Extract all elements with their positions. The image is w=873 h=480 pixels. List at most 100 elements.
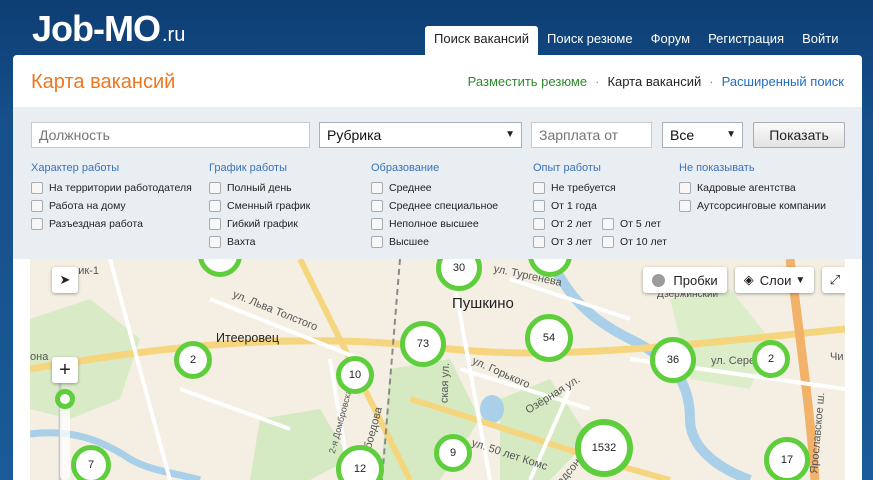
- site-logo[interactable]: Job-MO .ru: [32, 8, 185, 50]
- top-nav: Поиск вакансий Поиск резюме Форум Регист…: [425, 26, 847, 56]
- filter-group-experience: Опыт работы Не требуется От 1 года От 2 …: [533, 162, 675, 251]
- checkbox-incomplete-higher[interactable]: Неполное высшее: [371, 218, 479, 230]
- checkbox-box[interactable]: [371, 182, 383, 194]
- map-cluster[interactable]: 73: [400, 321, 446, 367]
- checkbox-box[interactable]: [533, 236, 545, 248]
- map-label-ona: онa: [30, 351, 49, 363]
- rubric-select[interactable]: Рубрика ▼: [319, 122, 522, 148]
- sub-links: Разместить резюме · Карта вакансий · Рас…: [468, 74, 844, 89]
- position-input[interactable]: [31, 122, 310, 148]
- checkbox-box[interactable]: [209, 236, 221, 248]
- zoom-slider-handle[interactable]: [55, 389, 75, 409]
- zoom-slider[interactable]: [55, 389, 75, 480]
- fullscreen-button[interactable]: ⤢: [822, 267, 845, 293]
- checkbox-exp-2[interactable]: От 2 лет: [533, 218, 594, 230]
- checkbox-box[interactable]: [31, 182, 43, 194]
- page-title: Карта вакансий: [31, 71, 176, 93]
- checkbox-box[interactable]: [371, 200, 383, 212]
- map-cluster[interactable]: 2: [174, 341, 212, 379]
- checkbox-no-experience[interactable]: Не требуется: [533, 182, 616, 194]
- checkbox-label: Высшее: [389, 236, 429, 248]
- layers-button[interactable]: ◈ Слои ▼: [735, 267, 814, 293]
- checkbox-full-day[interactable]: Полный день: [209, 182, 292, 194]
- map-cluster[interactable]: 36: [650, 337, 696, 383]
- period-select[interactable]: Все ▼: [662, 122, 743, 148]
- checkbox-box[interactable]: [371, 236, 383, 248]
- plus-icon: +: [59, 358, 71, 381]
- checkbox-outsourcing[interactable]: Аутсорсинговые компании: [679, 200, 826, 212]
- map-cluster[interactable]: 54: [525, 314, 573, 362]
- checkbox-flexible[interactable]: Гибкий график: [209, 218, 298, 230]
- vacancy-map[interactable]: ндчик-1 ул. Льва Толстого Итеерoвец Пушк…: [30, 259, 845, 480]
- advanced-search-link[interactable]: Расширенный поиск: [722, 74, 844, 89]
- group-title: Образование: [371, 162, 440, 174]
- nav-forum[interactable]: Форум: [642, 26, 700, 56]
- checkbox-box[interactable]: [533, 200, 545, 212]
- period-label: Все: [670, 127, 695, 143]
- post-resume-link[interactable]: Разместить резюме: [468, 74, 587, 89]
- map-cluster[interactable]: 1532: [575, 419, 633, 477]
- checkbox-exp-3[interactable]: От 3 лет: [533, 236, 594, 248]
- logo-name: Job-MO: [32, 8, 161, 49]
- checkbox-box[interactable]: [679, 200, 691, 212]
- map-label-district: Итеерoвец: [216, 331, 279, 345]
- dropdown-arrow-icon: ▼: [505, 129, 515, 140]
- filter-group-character: Характер работы На территории работодате…: [31, 162, 200, 233]
- salary-input[interactable]: [531, 122, 652, 148]
- checkbox-higher[interactable]: Высшее: [371, 236, 429, 248]
- nav-search-vacancies[interactable]: Поиск вакансий: [425, 26, 539, 56]
- vacancy-map-link: Карта вакансий: [607, 74, 702, 89]
- checkbox-label: Аутсорсинговые компании: [697, 200, 826, 212]
- checkbox-rotation[interactable]: Вахта: [209, 236, 256, 248]
- checkbox-exp-5[interactable]: От 5 лет: [602, 218, 661, 230]
- traffic-label: Пробки: [673, 272, 718, 288]
- checkbox-label: Кадровые агентства: [697, 182, 796, 194]
- checkbox-box[interactable]: [602, 236, 614, 248]
- map-cluster[interactable]: 7: [71, 445, 111, 480]
- checkbox-traveling[interactable]: Разъездная работа: [31, 218, 143, 230]
- nav-login[interactable]: Войти: [793, 26, 847, 56]
- checkbox-box[interactable]: [209, 218, 221, 230]
- checkbox-label: Полный день: [227, 182, 292, 194]
- traffic-button[interactable]: Пробки: [643, 267, 727, 293]
- map-cluster[interactable]: 9: [434, 434, 472, 472]
- checkbox-agencies[interactable]: Кадровые агентства: [679, 182, 796, 194]
- checkbox-on-site[interactable]: На территории работодателя: [31, 182, 192, 194]
- zoom-in-button[interactable]: +: [52, 357, 78, 383]
- checkbox-exp-1[interactable]: От 1 года: [533, 200, 597, 212]
- checkbox-label: Неполное высшее: [389, 218, 479, 230]
- checkbox-label: Гибкий график: [227, 218, 298, 230]
- checkbox-box[interactable]: [371, 218, 383, 230]
- map-label-vokzal: ская ул.: [438, 362, 452, 404]
- filter-panel: Рубрика ▼ Все ▼ Показать Характер работы…: [13, 107, 862, 259]
- location-arrow-icon: ➤: [59, 272, 71, 287]
- checkbox-box[interactable]: [533, 218, 545, 230]
- checkbox-shift[interactable]: Сменный график: [209, 200, 310, 212]
- geolocation-button[interactable]: ➤: [52, 267, 78, 293]
- checkbox-label: Сменный график: [227, 200, 311, 212]
- nav-search-resumes[interactable]: Поиск резюме: [538, 26, 642, 56]
- checkbox-box[interactable]: [31, 200, 43, 212]
- map-cluster[interactable]: 2: [752, 340, 790, 378]
- checkbox-box[interactable]: [31, 218, 43, 230]
- filter-group-education: Образование Среднее Среднее специальное …: [371, 162, 506, 251]
- checkbox-secondary[interactable]: Среднее: [371, 182, 432, 194]
- checkbox-label: На территории работодателя: [49, 182, 192, 194]
- map-cluster[interactable]: 10: [336, 356, 374, 394]
- checkbox-box[interactable]: [209, 182, 221, 194]
- checkbox-box[interactable]: [602, 218, 614, 230]
- checkbox-label: От 10 лет: [620, 236, 667, 248]
- checkbox-box[interactable]: [533, 182, 545, 194]
- show-button[interactable]: Показать: [753, 122, 845, 148]
- checkbox-box[interactable]: [209, 200, 221, 212]
- checkbox-exp-10[interactable]: От 10 лет: [602, 236, 667, 248]
- group-title: График работы: [209, 162, 287, 174]
- checkbox-remote[interactable]: Работа на дому: [31, 200, 126, 212]
- checkbox-box[interactable]: [679, 182, 691, 194]
- map-cluster[interactable]: 17: [764, 437, 810, 480]
- expand-icon: ⤢: [829, 272, 841, 287]
- checkbox-vocational[interactable]: Среднее специальное: [371, 200, 498, 212]
- checkbox-label: От 5 лет: [620, 218, 662, 230]
- nav-registration[interactable]: Регистрация: [699, 26, 793, 56]
- group-title: Опыт работы: [533, 162, 601, 174]
